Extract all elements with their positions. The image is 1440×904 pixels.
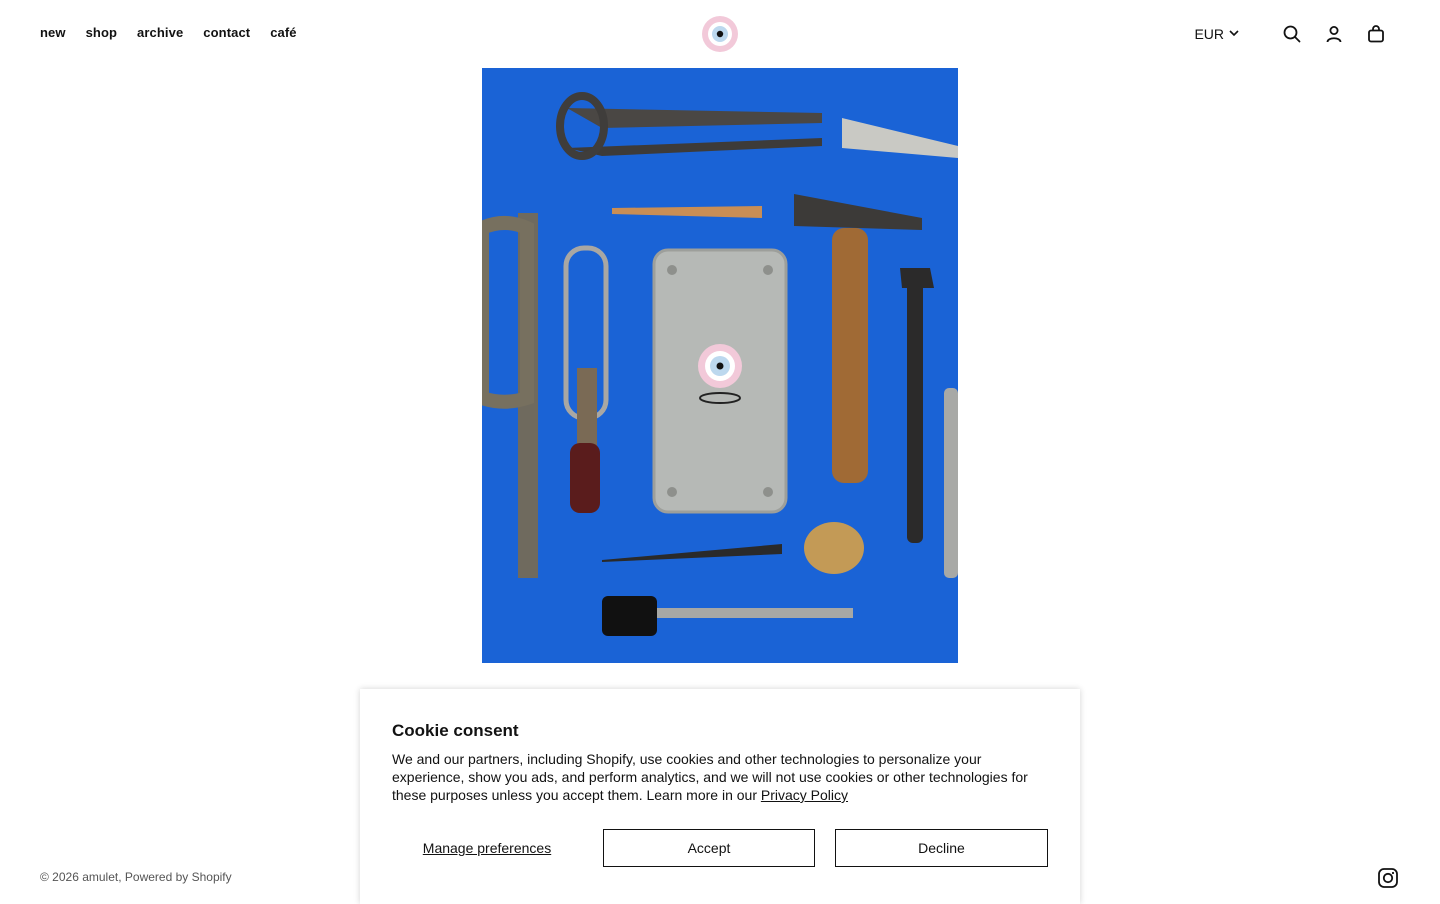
site-header: new shop archive contact café EUR bbox=[0, 0, 1440, 68]
logo-icon[interactable] bbox=[702, 16, 738, 52]
privacy-policy-link[interactable]: Privacy Policy bbox=[761, 787, 848, 803]
search-icon[interactable] bbox=[1280, 22, 1304, 46]
currency-selector[interactable]: EUR bbox=[1194, 26, 1240, 42]
accept-button[interactable]: Accept bbox=[603, 829, 815, 867]
decline-button[interactable]: Decline bbox=[835, 829, 1048, 867]
nav-item-archive[interactable]: archive bbox=[137, 25, 183, 40]
nav-item-contact[interactable]: contact bbox=[203, 25, 250, 40]
hero-image bbox=[482, 68, 958, 663]
chevron-down-icon bbox=[1228, 26, 1240, 42]
copyright-text: © 2026 amulet, Powered by Shopify bbox=[40, 870, 232, 884]
cookie-body-text: We and our partners, including Shopify, … bbox=[392, 751, 1028, 803]
cart-icon[interactable] bbox=[1364, 22, 1388, 46]
wrench-partial-illustration bbox=[944, 388, 958, 578]
manage-preferences-button[interactable]: Manage preferences bbox=[392, 829, 582, 867]
currency-label: EUR bbox=[1194, 26, 1224, 42]
cookie-body: We and our partners, including Shopify, … bbox=[392, 750, 1052, 804]
instagram-icon[interactable] bbox=[1377, 867, 1399, 889]
nav-item-shop[interactable]: shop bbox=[86, 25, 117, 40]
cookie-consent-dialog: Cookie consent We and our partners, incl… bbox=[360, 689, 1080, 904]
toolbox-illustration bbox=[652, 248, 788, 514]
nav-item-cafe[interactable]: café bbox=[270, 25, 296, 40]
nav-item-new[interactable]: new bbox=[40, 25, 66, 40]
account-icon[interactable] bbox=[1322, 22, 1346, 46]
main-nav: new shop archive contact café bbox=[40, 25, 297, 40]
cookie-title: Cookie consent bbox=[392, 721, 519, 740]
header-actions: EUR bbox=[1194, 22, 1388, 46]
